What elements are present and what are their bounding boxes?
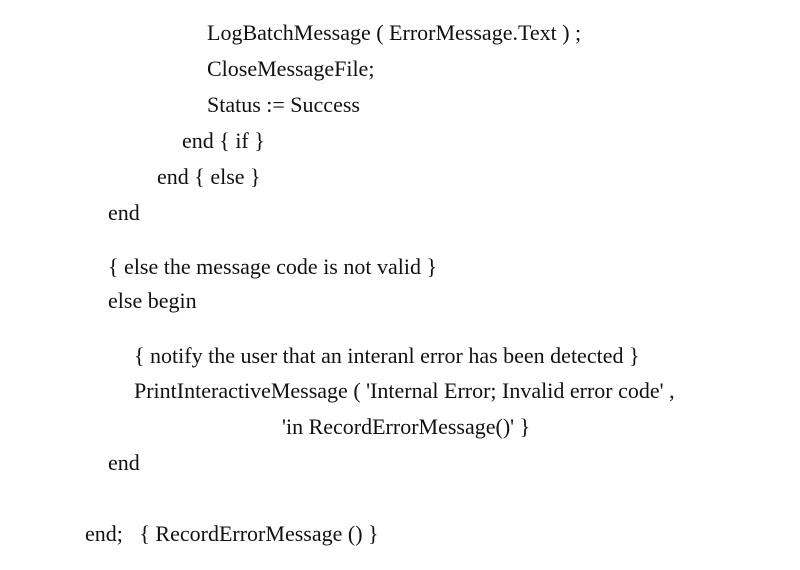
code-line: end { if } bbox=[182, 128, 265, 153]
code-line: else begin bbox=[108, 288, 197, 313]
code-comment: { else the message code is not valid } bbox=[108, 254, 438, 279]
code-line: Status := Success bbox=[207, 92, 360, 117]
code-comment: { notify the user that an interanl error… bbox=[134, 343, 640, 368]
code-line: end { else } bbox=[157, 164, 261, 189]
code-line: LogBatchMessage ( ErrorMessage.Text ) ; bbox=[207, 20, 582, 45]
code-line: 'in RecordErrorMessage()' } bbox=[282, 414, 531, 439]
code-line: end bbox=[108, 200, 140, 225]
code-line: end bbox=[108, 450, 140, 475]
code-line: CloseMessageFile; bbox=[207, 56, 375, 81]
code-line: PrintInteractiveMessage ( 'Internal Erro… bbox=[134, 378, 675, 403]
code-line: end; { RecordErrorMessage () } bbox=[85, 521, 379, 546]
